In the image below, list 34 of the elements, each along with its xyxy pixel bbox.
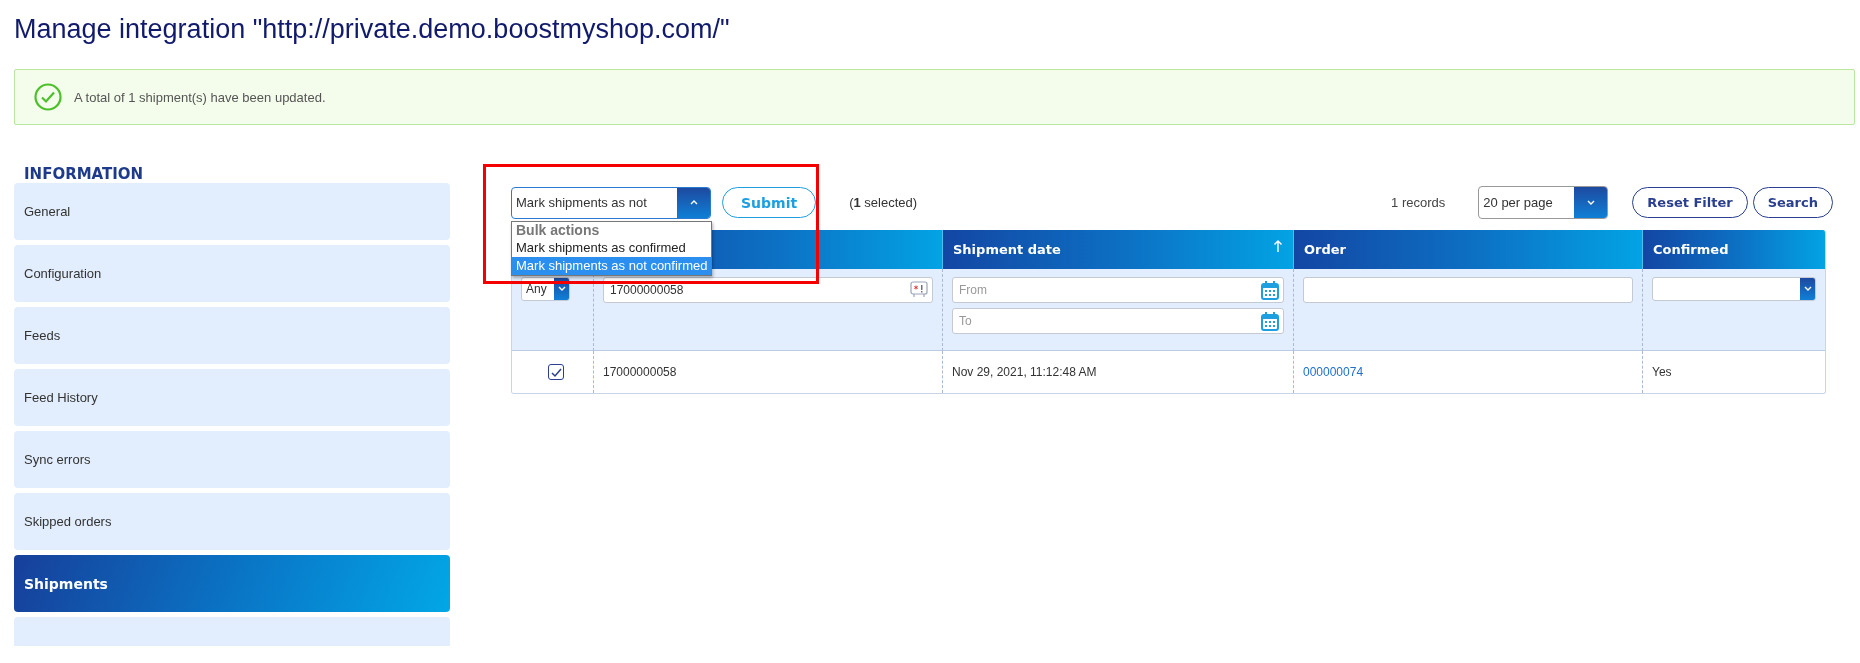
calendar-icon <box>1261 281 1279 300</box>
selected-count: (1 selected) <box>849 195 918 210</box>
sidebar-item[interactable]: Skipped orders <box>14 493 450 550</box>
calendar-icon <box>1261 312 1279 331</box>
dropdown-group-label: Bulk actions <box>515 221 601 239</box>
column-header: Order <box>1293 230 1642 269</box>
filter-field[interactable] <box>1303 277 1633 303</box>
sidebar-item[interactable]: Feed History <box>14 369 450 426</box>
clear-filter-icon <box>910 281 928 298</box>
table-cell: 17000000058 <box>603 365 677 379</box>
row-checkbox[interactable] <box>547 364 564 380</box>
sidebar-item[interactable]: Feeds <box>14 307 450 364</box>
sidebar-item[interactable]: Configuration <box>14 245 450 302</box>
bulk-action-select[interactable]: Mark shipments as not <box>511 186 711 219</box>
date-field[interactable]: From <box>952 277 1284 303</box>
alert-message: A total of 1 shipment(s) have been updated. <box>74 89 326 105</box>
check-circle-icon <box>34 83 62 111</box>
sidebar-item[interactable]: General <box>14 183 450 240</box>
sidebar-heading: INFORMATION <box>23 164 145 183</box>
column-header: Shipment date <box>942 230 1293 269</box>
order-link[interactable]: 000000074 <box>1303 365 1364 379</box>
filter-select[interactable] <box>1652 277 1816 301</box>
table-cell: Nov 29, 2021, 11:12:48 AM <box>952 365 1097 379</box>
date-field[interactable]: To <box>952 308 1284 334</box>
records-count: 1 records <box>1391 195 1446 210</box>
column-header: Confirmed <box>1642 230 1825 269</box>
per-page-select[interactable]: 20 per page <box>1478 186 1609 219</box>
page-title: Manage integration "http://private.demo.boostmyshop.com/" <box>14 13 731 46</box>
checkmark-icon <box>549 366 562 378</box>
reset-filter-button[interactable]: Reset Filter <box>1632 187 1748 218</box>
dropdown-option[interactable]: Mark shipments as confirmed <box>512 238 712 257</box>
search-button[interactable]: Search <box>1752 187 1833 218</box>
sidebar-item[interactable]: Sync errors <box>14 431 450 488</box>
table-cell: Yes <box>1652 365 1672 379</box>
